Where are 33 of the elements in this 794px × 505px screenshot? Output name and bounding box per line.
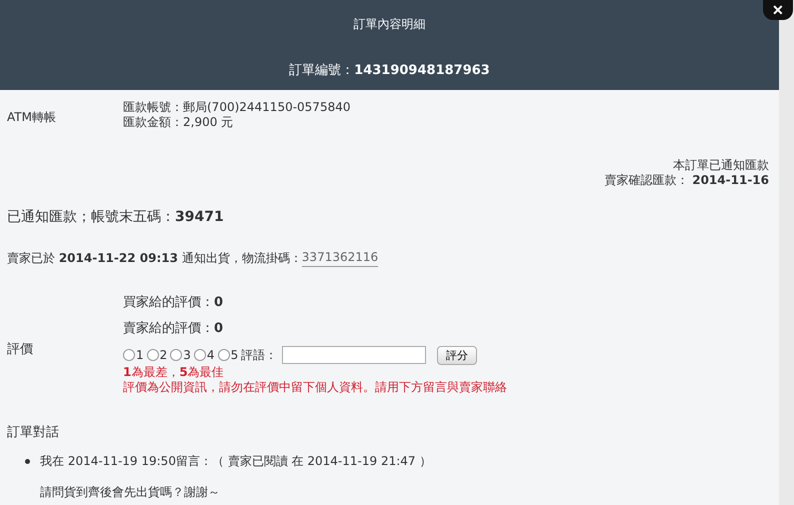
buyer-rating: 買家給的評價：0 <box>123 294 224 312</box>
conversation-title: 訂單對話 <box>6 424 60 441</box>
payment-detail: 匯款金額：2,900 元 <box>123 115 234 130</box>
radio-button[interactable] <box>218 349 230 361</box>
shipping-text: 賣家已於 2014-11-22 09:13 通知出貨，物流掛碼： <box>7 250 302 267</box>
comment-label: 評語： <box>241 346 278 364</box>
radio-button[interactable] <box>146 349 159 361</box>
rating-warning: 評價為公開資訊，請勿在評價中留下個人資料。請用下方留言與賣家聯絡 <box>123 380 507 395</box>
radio-label: 1 <box>136 348 144 362</box>
radio-label: 3 <box>183 348 191 362</box>
payment-status: 本訂單已通知匯款 <box>673 158 769 173</box>
payment-status: 賣家確認匯款： 2014-11-16 <box>604 173 769 188</box>
close-button[interactable]: ✕ <box>763 0 793 20</box>
payment-method: ATM轉帳 <box>7 109 57 126</box>
submit-button[interactable]: 評分 <box>437 346 478 364</box>
comment-field[interactable] <box>282 346 426 364</box>
radio-label: 5 <box>230 348 238 362</box>
radio-button[interactable] <box>123 349 135 361</box>
payment-detail: 匯款帳號：郵局(700)2441150-0575840 <box>123 100 350 115</box>
message-meta: 我在 2014-11-19 19:50留言：（ 賣家已閱讀 在 2014-11-19 21:47 ） <box>40 453 432 470</box>
radio-button[interactable] <box>170 349 182 361</box>
rating-hint: 1為最差，5為最佳 <box>123 365 225 380</box>
radio-button[interactable] <box>194 349 206 361</box>
radio-label: 4 <box>206 348 215 362</box>
radio-label: 2 <box>160 348 168 362</box>
order-number: 訂單編號：143190948187963 <box>289 62 490 79</box>
message-text: 請問貨到齊後會先出貨嗎？謝謝～ <box>39 484 221 501</box>
seller-rating: 賣家給的評價：0 <box>123 320 224 338</box>
dialog-title: 訂單內容明細 <box>354 16 426 33</box>
rating-label: 評價 <box>7 341 34 358</box>
notified-text: 已通知匯款；帳號末五碼：39471 <box>6 208 225 226</box>
bullet-icon <box>25 459 30 464</box>
tracking-link[interactable]: 3371362116 <box>302 250 378 267</box>
